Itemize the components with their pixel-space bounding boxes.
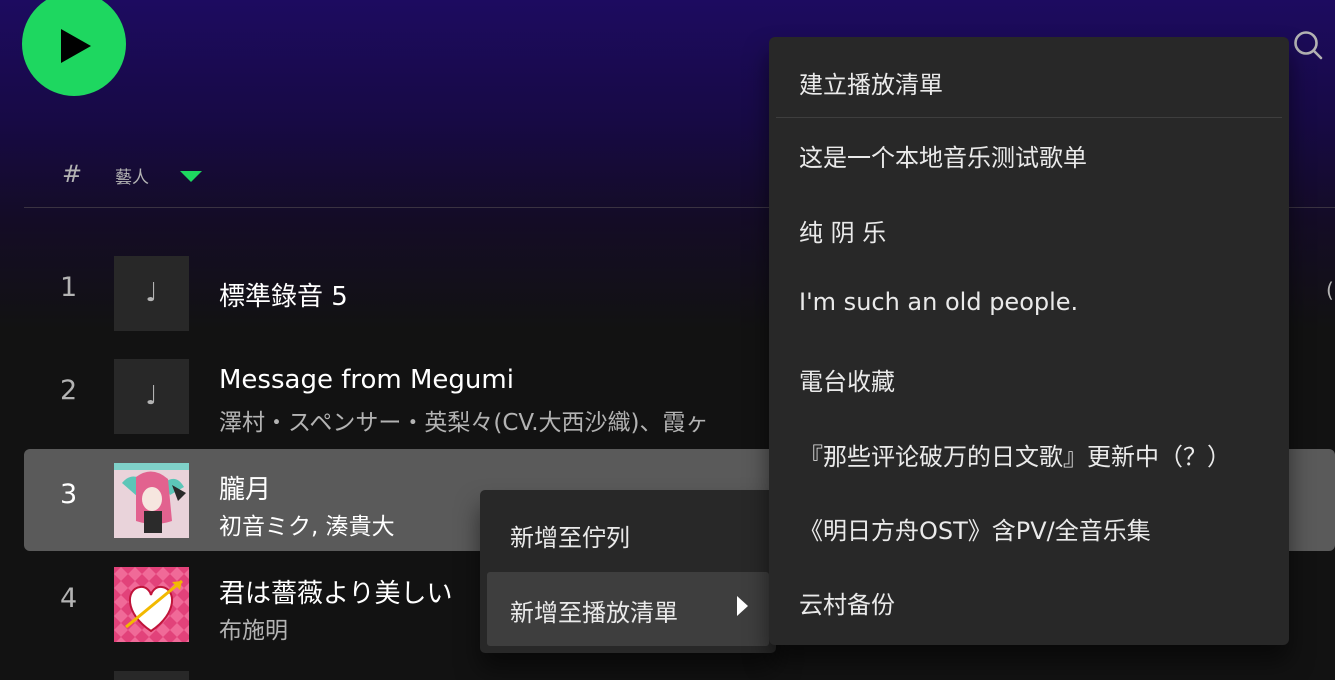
column-number-header: # — [62, 160, 83, 188]
track-artist[interactable]: 布施明 — [219, 611, 288, 645]
play-icon — [61, 29, 91, 63]
chevron-right-icon — [737, 596, 748, 616]
track-duration-clipped: ( — [1326, 278, 1334, 302]
track-title[interactable]: 朧月 — [219, 469, 271, 506]
track-number: 2 — [60, 375, 78, 406]
playlist-name: 这是一个本地音乐测试歌单 — [799, 144, 1087, 172]
playlist-name: 云村备份 — [799, 591, 895, 619]
track-title[interactable]: 君は薔薇より美しい — [219, 573, 452, 610]
playlist-item[interactable]: 纯 阴 乐 — [776, 198, 1282, 258]
track-artist[interactable]: 澤村・スペンサー・英梨々(CV.大西沙織)、霞ヶ — [219, 403, 708, 437]
context-menu: 新增至佇列 新增至播放清單 — [480, 490, 776, 653]
playlist-name: 電台收藏 — [799, 368, 895, 396]
album-art: ♩ — [114, 256, 189, 331]
sort-descending-icon[interactable] — [180, 171, 202, 182]
playlist-item[interactable]: 云村备份 — [776, 570, 1282, 630]
track-artist[interactable]: 初音ミク, 湊貴大 — [219, 507, 395, 541]
album-art-heart — [114, 567, 189, 642]
playlist-name: I'm such an old people. — [799, 288, 1079, 316]
album-art — [114, 671, 189, 680]
menu-item-label: 建立播放清單 — [799, 71, 943, 99]
playlist-name: 《明日方舟OST》含PV/全音乐集 — [799, 517, 1151, 545]
playlist-item[interactable]: I'm such an old people. — [776, 273, 1282, 333]
album-art — [114, 463, 189, 538]
add-to-playlist-item[interactable]: 新增至播放清單 — [487, 572, 769, 646]
playlist-submenu: 建立播放清單 这是一个本地音乐测试歌单 纯 阴 乐 I'm such an ol… — [769, 37, 1289, 645]
album-art: ♩ — [114, 359, 189, 434]
menu-divider — [776, 117, 1282, 118]
music-note-icon: ♩ — [145, 381, 158, 411]
menu-item-label: 新增至播放清單 — [510, 599, 678, 627]
playlist-item[interactable]: 《明日方舟OST》含PV/全音乐集 — [776, 496, 1282, 556]
playlist-name: 纯 阴 乐 — [799, 219, 887, 247]
track-number: 4 — [60, 583, 78, 614]
playlist-item[interactable]: 这是一个本地音乐测试歌单 — [776, 123, 1282, 183]
music-note-icon: ♩ — [145, 278, 158, 308]
album-art — [114, 567, 189, 642]
track-title[interactable]: Message from Megumi — [219, 365, 514, 395]
play-button[interactable] — [22, 0, 126, 96]
column-artist-header[interactable]: 藝人 — [115, 163, 149, 188]
create-playlist-item[interactable]: 建立播放清單 — [776, 50, 1282, 110]
playlist-name: 『那些评论破万的日文歌』更新中（？） — [799, 443, 1231, 471]
menu-item-label: 新增至佇列 — [510, 524, 630, 552]
playlist-item[interactable]: 電台收藏 — [776, 347, 1282, 407]
add-to-queue-item[interactable]: 新增至佇列 — [487, 497, 769, 571]
album-art-pink-hair — [114, 463, 189, 538]
playlist-item[interactable]: 『那些评论破万的日文歌』更新中（？） — [776, 422, 1282, 482]
track-number: 3 — [60, 479, 78, 510]
track-title[interactable]: 標準錄音 5 — [219, 276, 348, 313]
track-number: 1 — [60, 272, 78, 303]
search-icon[interactable] — [1291, 28, 1325, 62]
